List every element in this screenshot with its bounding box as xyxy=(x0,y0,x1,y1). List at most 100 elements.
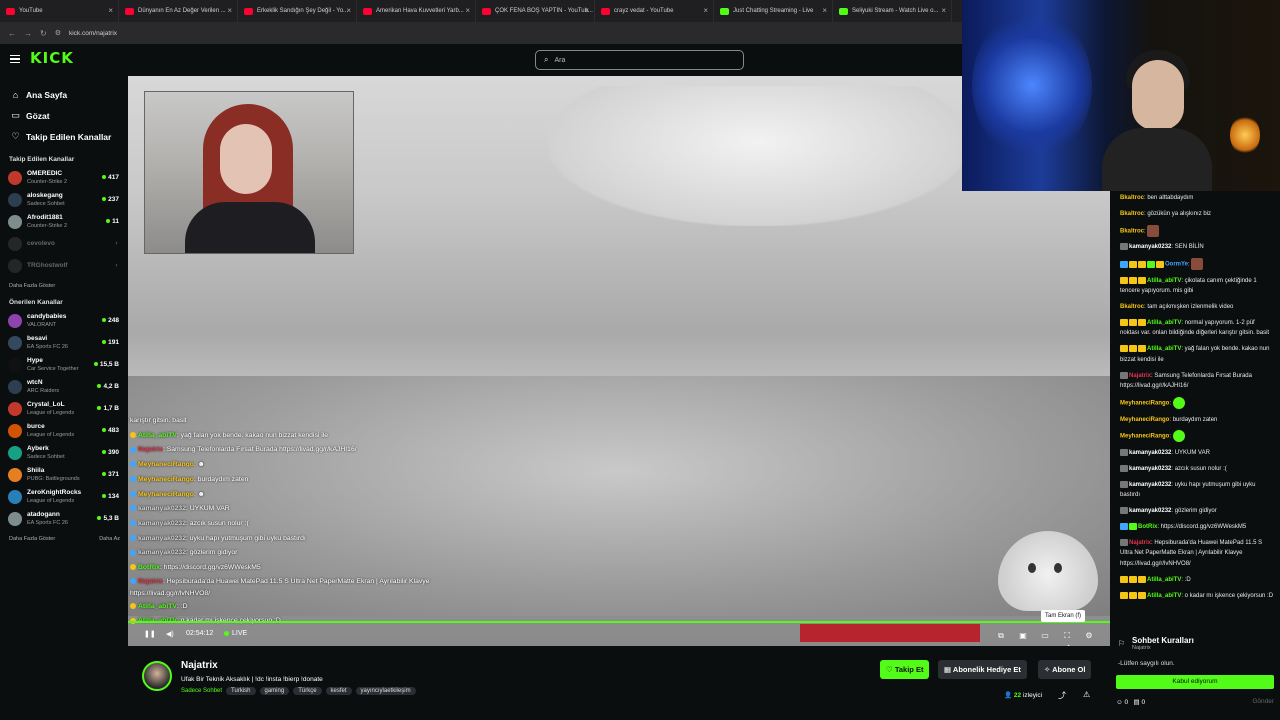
fullscreen-tooltip: Tam Ekran (f) xyxy=(1041,610,1086,622)
nav-home[interactable]: ⌂ Ana Sayfa xyxy=(0,84,128,105)
menu-icon[interactable] xyxy=(10,55,20,63)
clip-icon[interactable]: ⧉ xyxy=(995,631,1007,641)
channel-item[interactable]: Afrodit1881 Counter-Strike 2 11 xyxy=(0,211,128,233)
nav-following[interactable]: ♡ Takip Edilen Kanallar xyxy=(0,126,128,147)
channel-item[interactable]: atadogann EA Sports FC 26 5,3 B xyxy=(0,508,128,530)
close-icon[interactable]: × xyxy=(227,6,232,15)
report-icon[interactable]: ⚠ xyxy=(1083,690,1090,699)
chat-username[interactable]: BotRix xyxy=(1138,524,1157,530)
browser-tab[interactable]: YouTube × xyxy=(0,0,119,22)
channel-item[interactable]: Crystal_LoL League of Legends 1,7 B xyxy=(0,398,128,420)
chat-username[interactable]: MeyhaneciRango xyxy=(1120,417,1169,423)
close-icon[interactable]: × xyxy=(822,6,827,15)
follow-button[interactable]: ♡ Takip Et xyxy=(880,660,930,679)
channel-item[interactable]: wtcN ARC Raiders 4,2 B xyxy=(0,376,128,398)
browser-tab[interactable]: Just Chatting Streaming - Live × xyxy=(714,0,833,22)
channel-item[interactable]: burce League of Legends 483 xyxy=(0,420,128,442)
chat-username[interactable]: Bkaltroc xyxy=(1120,211,1144,217)
browser-tab[interactable]: ÇOK FENA BOŞ YAPTIN - YouTub... × xyxy=(476,0,595,22)
streamer-name[interactable]: Najatrix xyxy=(181,660,218,671)
channel-item[interactable]: aloskegang Sadece Sohbet 237 xyxy=(0,189,128,211)
tag-chip[interactable]: gaming xyxy=(259,687,290,695)
send-button[interactable]: Gönder xyxy=(1252,698,1274,706)
volume-icon[interactable]: ◀) xyxy=(166,630,174,638)
nav-browse[interactable]: ▭ Gözat xyxy=(0,105,128,126)
channel-item[interactable]: Shiila PUBG: Battlegrounds 371 xyxy=(0,464,128,486)
chat-username[interactable]: Atilla_abiTV xyxy=(1147,593,1181,599)
badge-icon xyxy=(130,505,136,512)
tag-chip[interactable]: kesfet xyxy=(325,687,352,695)
fullscreen-icon[interactable]: ⛶ xyxy=(1061,631,1073,641)
pip-icon[interactable]: ▣ xyxy=(1017,631,1029,641)
channel-item[interactable]: ZeroKnightRocks League of Legends 134 xyxy=(0,486,128,508)
reload-icon[interactable]: ↻ xyxy=(40,29,47,38)
pin-icon[interactable]: ▤ xyxy=(1134,699,1140,706)
close-icon[interactable]: × xyxy=(465,6,470,15)
browser-tab[interactable]: Erkeklik Sandığın Şey Değil - Yo... × xyxy=(238,0,357,22)
chat-username[interactable]: OormYe xyxy=(1165,262,1188,268)
search-input[interactable]: ⌕ Ara xyxy=(535,50,744,70)
chat-username[interactable]: Bkaltroc xyxy=(1120,195,1144,201)
emote-icon[interactable]: ☺ xyxy=(1116,699,1123,706)
close-icon[interactable]: × xyxy=(108,6,113,15)
share-icon[interactable]: ⤴ xyxy=(1058,690,1066,701)
settings-gear-icon[interactable]: ⚙ xyxy=(1083,631,1095,641)
viewer-count: 4,2 B xyxy=(97,383,119,390)
progress-bar[interactable] xyxy=(128,621,1110,623)
streamer-webcam-overlay xyxy=(144,91,354,254)
chat-username[interactable]: Atilla_abiTV xyxy=(1147,346,1181,352)
badge-icon xyxy=(1120,480,1128,488)
chat-username[interactable]: MeyhaneciRango xyxy=(1120,434,1169,440)
channel-item[interactable]: besavi EA Sports FC 26 191 xyxy=(0,332,128,354)
viewer-count: 134 xyxy=(102,493,119,500)
chat-username[interactable]: Atilla_abiTV xyxy=(1147,577,1181,583)
category-link[interactable]: Sadece Sohbet xyxy=(181,687,222,695)
chat-username[interactable]: Najatrix xyxy=(1129,373,1151,379)
chat-username[interactable]: kamanyak0232 xyxy=(1129,450,1171,456)
channel-item[interactable]: Ayberk Sadece Sohbet 390 xyxy=(0,442,128,464)
player-controls: ❚❚ ◀) 02:54:12 LIVE xyxy=(128,625,1110,646)
tag-chip[interactable]: Turkish xyxy=(226,687,256,695)
chat-username[interactable]: Bkaltroc xyxy=(1120,228,1144,234)
chat-username[interactable]: Atilla_abiTV xyxy=(1147,320,1181,326)
channel-item[interactable]: TRGhostwolf ◐ xyxy=(0,255,128,277)
chat-username[interactable]: kamanyak0232 xyxy=(1129,244,1171,250)
pause-icon[interactable]: ❚❚ xyxy=(144,630,156,638)
chat-username[interactable]: MeyhaneciRango xyxy=(1120,401,1169,407)
show-less-button[interactable]: Daha Az xyxy=(99,536,120,542)
chat-username[interactable]: Atilla_abiTV xyxy=(1147,278,1181,284)
theater-mode-icon[interactable]: ▭ xyxy=(1039,631,1051,641)
gift-sub-button[interactable]: ▦ Abonelik Hediye Et xyxy=(938,660,1027,679)
chat-username[interactable]: kamanyak0232 xyxy=(1129,466,1171,472)
forward-icon[interactable]: → xyxy=(24,29,32,38)
chat-username[interactable]: Bkaltroc xyxy=(1120,304,1144,310)
chat-username[interactable]: kamanyak0232 xyxy=(1129,482,1171,488)
channel-item[interactable]: candybabies VALORANT 248 xyxy=(0,310,128,332)
browser-tab[interactable]: Seliyuki Stream - Watch Live o... × xyxy=(833,0,952,22)
url-text[interactable]: kick.com/najatrix xyxy=(69,30,117,37)
show-more-followed[interactable]: Daha Fazla Göster xyxy=(0,277,128,295)
address-bar[interactable]: ← → ↻ ⚙ kick.com/najatrix xyxy=(0,22,962,44)
channel-item[interactable]: Hype Car Service Together 15,5 B xyxy=(0,354,128,376)
back-icon[interactable]: ← xyxy=(8,29,16,38)
close-icon[interactable]: × xyxy=(703,6,708,15)
tag-chip[interactable]: yayıncıylaetkileşim xyxy=(355,687,416,695)
channel-item[interactable]: cevolevo ◐ xyxy=(0,233,128,255)
chat-username[interactable]: Najatrix xyxy=(1129,540,1151,546)
tag-chip[interactable]: Türkçe xyxy=(293,687,322,695)
subscribe-button[interactable]: ✧ Abone Ol xyxy=(1038,660,1092,679)
browser-tab[interactable]: crayz vedat - YouTube × xyxy=(595,0,714,22)
accept-rules-button[interactable]: Kabul ediyorum xyxy=(1116,675,1274,689)
close-icon[interactable]: × xyxy=(941,6,946,15)
browser-tab[interactable]: Dünyanın En Az Değer Verilen ... × xyxy=(119,0,238,22)
site-info-icon[interactable]: ⚙ xyxy=(55,29,61,37)
close-icon[interactable]: × xyxy=(346,6,351,15)
close-icon[interactable]: × xyxy=(584,6,589,15)
streamer-avatar[interactable] xyxy=(142,661,172,691)
show-more-button[interactable]: Daha Fazla Göster xyxy=(9,536,55,542)
kick-logo[interactable]: KICK xyxy=(30,49,74,67)
channel-category: ARC Raiders xyxy=(27,388,60,394)
browser-tab[interactable]: Amerikan Hava Kuvvetleri Yarb... × xyxy=(357,0,476,22)
chat-username[interactable]: kamanyak0232 xyxy=(1129,508,1171,514)
channel-item[interactable]: OMEREDIC Counter-Strike 2 417 xyxy=(0,167,128,189)
